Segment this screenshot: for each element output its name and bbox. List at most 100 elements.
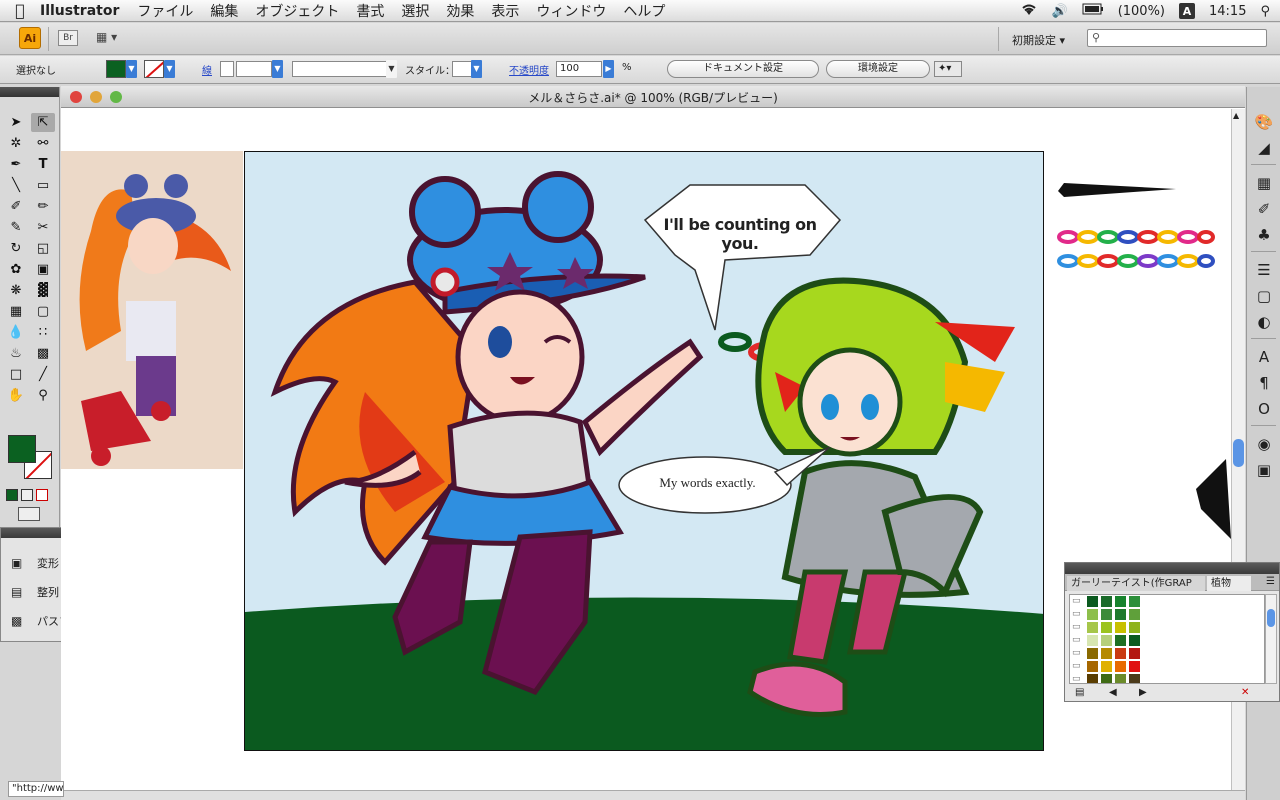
swatch-cell[interactable] [1114, 621, 1127, 634]
swatch-cell[interactable] [1128, 595, 1141, 608]
swatch-cell[interactable] [1086, 647, 1099, 660]
stroke-panel-icon[interactable]: ☰ [1247, 257, 1280, 283]
bridge-button[interactable]: Br [58, 30, 78, 46]
swatch-grid[interactable]: ▭ ▭ ▭ ▭ ▭ ▭ ▭ [1069, 594, 1265, 684]
delete-icon[interactable]: ✕ [1241, 687, 1249, 698]
swatch-cell[interactable] [1114, 634, 1127, 647]
live-paint-selection-tool-icon[interactable]: ▩ [31, 344, 55, 363]
swatch-cell[interactable] [1128, 673, 1141, 683]
panel-menu-icon[interactable]: ☰ [1266, 576, 1275, 587]
hand-tool-icon[interactable]: ✋ [4, 386, 28, 405]
menu-object[interactable]: オブジェクト [255, 1, 339, 21]
swatch-cell[interactable] [1114, 608, 1127, 621]
swatch-cell[interactable] [1128, 647, 1141, 660]
selection-tool-icon[interactable]: ➤ [4, 113, 28, 132]
column-graph-tool-icon[interactable]: ▓ [31, 281, 55, 300]
none-mode-icon[interactable] [36, 489, 48, 501]
swatch-scrollbar[interactable] [1265, 594, 1277, 684]
preferences-button[interactable]: 環境設定 [826, 60, 930, 78]
swatch-cell[interactable] [1100, 621, 1113, 634]
fill-color-box[interactable] [8, 435, 36, 463]
stroke-weight-dropdown[interactable]: ▼ [272, 60, 283, 78]
opacity-input[interactable]: 100 [556, 61, 602, 77]
swatch-cell[interactable] [1100, 647, 1113, 660]
character-panel-icon[interactable]: A [1247, 344, 1280, 370]
blob-brush-tool-icon[interactable]: ✎ [4, 218, 28, 237]
slice-tool-icon[interactable]: ╱ [31, 365, 55, 384]
stroke-swatch[interactable] [144, 60, 164, 78]
warp-tool-icon[interactable]: ✿ [4, 260, 28, 279]
volume-icon[interactable]: 🔊 [1052, 4, 1068, 19]
swatch-cell[interactable] [1114, 660, 1127, 673]
style-dropdown[interactable]: ▼ [471, 60, 482, 78]
select-similar-icon[interactable]: ✦▾ [934, 61, 962, 77]
swatch-cell[interactable] [1086, 634, 1099, 647]
scroll-up-icon[interactable]: ▲ [1233, 111, 1239, 120]
pencil-tool-icon[interactable]: ✏ [31, 197, 55, 216]
gradient-tool-icon[interactable]: ▢ [31, 302, 55, 321]
input-method-badge[interactable]: A [1179, 3, 1195, 19]
scroll-thumb[interactable] [1267, 609, 1275, 627]
swatch-cell[interactable] [1114, 673, 1127, 683]
document-settings-button[interactable]: ドキュメント設定 [667, 60, 819, 78]
swatch-cell[interactable] [1100, 660, 1113, 673]
swatch-cell[interactable] [1128, 621, 1141, 634]
swatch-cell[interactable] [1100, 673, 1113, 683]
artboard[interactable]: I'll be counting on you. My words exactl… [244, 151, 1044, 751]
appearance-panel-icon[interactable]: ◉ [1247, 431, 1280, 457]
swatch-cell[interactable] [1086, 621, 1099, 634]
gradient-mode-icon[interactable] [21, 489, 33, 501]
stroke-weight-stepper[interactable] [220, 61, 234, 77]
canvas-area[interactable]: I'll be counting on you. My words exactl… [61, 109, 1231, 790]
clock[interactable]: 14:15 [1209, 4, 1246, 19]
apple-icon[interactable]:  [0, 1, 40, 20]
graphic-style-box[interactable] [452, 61, 472, 77]
swatch-cell[interactable] [1100, 634, 1113, 647]
opacity-dropdown-icon[interactable]: ▶ [603, 60, 614, 78]
menu-edit[interactable]: 編集 [210, 1, 238, 21]
direct-selection-tool-icon[interactable]: ⇱ [31, 113, 55, 132]
reference-illustration[interactable] [61, 151, 243, 469]
swatch-cell[interactable] [1128, 660, 1141, 673]
swatch-cell[interactable] [1100, 595, 1113, 608]
tab-plants[interactable]: 植物 [1207, 576, 1251, 591]
swatch-cell[interactable] [1128, 634, 1141, 647]
swatch-cell[interactable] [1086, 673, 1099, 683]
paragraph-panel-icon[interactable]: ¶ [1247, 370, 1280, 396]
swatch-cell[interactable] [1114, 595, 1127, 608]
menu-view[interactable]: 表示 [491, 1, 519, 21]
brush-samples[interactable] [1056, 179, 1216, 279]
type-tool-icon[interactable]: T [31, 155, 55, 174]
variable-width-profile[interactable] [292, 61, 388, 77]
spotlight-icon[interactable]: ⚲ [1260, 4, 1270, 19]
line-tool-icon[interactable]: ╲ [4, 176, 28, 195]
eyedropper-tool-icon[interactable]: 💧 [4, 323, 28, 342]
stroke-dropdown[interactable]: ▼ [164, 60, 175, 78]
battery-icon[interactable] [1082, 3, 1104, 19]
swatches-panel-icon[interactable]: ▦ [1247, 170, 1280, 196]
scale-tool-icon[interactable]: ◱ [31, 239, 55, 258]
pasteboard-shape[interactable] [1196, 459, 1231, 539]
pen-tool-icon[interactable]: ✒ [4, 155, 28, 174]
rectangle-tool-icon[interactable]: ▭ [31, 176, 55, 195]
menu-file[interactable]: ファイル [137, 1, 193, 21]
swatch-cell[interactable] [1086, 595, 1099, 608]
stroke-weight-input[interactable] [236, 61, 272, 77]
swatch-cell[interactable] [1086, 608, 1099, 621]
next-library-icon[interactable]: ▶ [1139, 687, 1147, 698]
scissors-tool-icon[interactable]: ✂ [31, 218, 55, 237]
panel-grip[interactable] [0, 87, 59, 97]
swatch-cell[interactable] [1086, 660, 1099, 673]
menu-help[interactable]: ヘルプ [623, 1, 665, 21]
menu-effect[interactable]: 効果 [446, 1, 474, 21]
screen-mode-icon[interactable] [18, 507, 40, 521]
scroll-thumb[interactable] [1233, 439, 1244, 467]
speech-bubble-1[interactable] [635, 180, 845, 360]
swatch-cell[interactable] [1114, 647, 1127, 660]
fill-stroke-widget[interactable] [8, 435, 54, 485]
opacity-label[interactable]: 不透明度 [509, 62, 549, 77]
help-search-input[interactable]: ⚲ [1087, 29, 1267, 47]
gradient-panel-icon[interactable]: ▢ [1247, 283, 1280, 309]
profile-dropdown[interactable]: ▼ [386, 60, 397, 78]
menu-select[interactable]: 選択 [401, 1, 429, 21]
